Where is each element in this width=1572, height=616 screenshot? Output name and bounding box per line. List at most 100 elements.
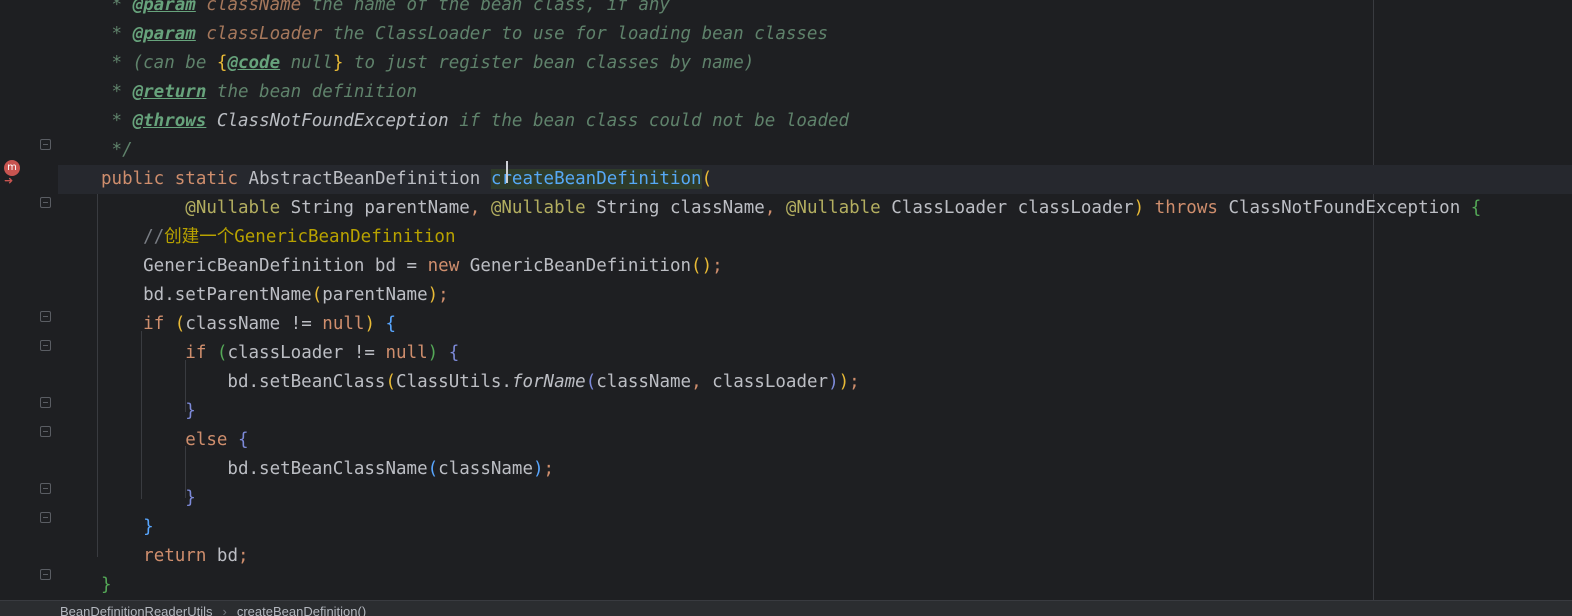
code-token: * xyxy=(101,24,133,44)
code-token: className xyxy=(206,0,302,15)
code-line[interactable]: } xyxy=(58,513,1572,542)
code-token: if xyxy=(143,314,175,334)
fold-marker-icon[interactable] xyxy=(40,397,51,408)
code-token: ) xyxy=(364,314,386,334)
code-token: 创建一个GenericBeanDefinition xyxy=(164,227,456,247)
editor-gutter[interactable]: m ➜ xyxy=(0,0,58,600)
code-token: ClassLoader classLoader xyxy=(880,198,1134,218)
code-token: @Nullable xyxy=(185,198,281,218)
code-token: ( xyxy=(701,169,713,189)
code-token: ; xyxy=(543,459,555,479)
code-line[interactable]: return bd; xyxy=(58,542,1572,571)
code-token: String parentName xyxy=(280,198,470,218)
code-token: , xyxy=(764,198,786,218)
code-token: ( xyxy=(385,372,397,392)
fold-marker-icon[interactable] xyxy=(40,197,51,208)
code-token: @Nullable xyxy=(490,198,586,218)
code-token: forName xyxy=(511,372,586,392)
code-token: ; xyxy=(849,372,860,392)
code-token: if xyxy=(185,343,217,363)
code-token: ) xyxy=(1133,198,1145,218)
fold-marker-icon[interactable] xyxy=(40,340,51,351)
code-token: throws xyxy=(1144,198,1229,218)
code-line[interactable]: public static AbstractBeanDefinition cre… xyxy=(58,165,1572,194)
code-line[interactable]: * @param className the name of the bean … xyxy=(58,0,1572,20)
code-token: { xyxy=(448,343,460,363)
fold-marker-icon[interactable] xyxy=(40,512,51,523)
code-line[interactable]: else { xyxy=(58,426,1572,455)
fold-marker-icon[interactable] xyxy=(40,483,51,494)
code-token: @Nullable xyxy=(785,198,881,218)
code-token: parentName xyxy=(322,285,428,305)
code-line[interactable]: bd.setBeanClass(ClassUtils.forName(class… xyxy=(58,368,1572,397)
code-token: @param xyxy=(132,0,196,15)
breadcrumb-separator: › xyxy=(222,604,227,616)
code-area[interactable]: * @param className the name of the bean … xyxy=(58,0,1572,600)
code-token: bd.setBeanClass xyxy=(101,372,386,392)
code-token: ) xyxy=(427,343,449,363)
code-token: ; xyxy=(438,285,449,305)
code-line[interactable]: * @param classLoader the ClassLoader to … xyxy=(58,20,1572,49)
code-line[interactable]: * (can be {@code null} to just register … xyxy=(58,49,1572,78)
breadcrumb-class[interactable]: BeanDefinitionReaderUtils xyxy=(60,604,212,616)
code-line[interactable]: * @throws ClassNotFoundException if the … xyxy=(58,107,1572,136)
code-token: static xyxy=(174,169,249,189)
code-token: bd xyxy=(216,546,238,566)
code-token: @code xyxy=(227,53,281,73)
code-line[interactable]: } xyxy=(58,571,1572,600)
code-token: ) xyxy=(838,372,850,392)
code-token: null xyxy=(385,343,428,363)
code-token: return xyxy=(143,546,217,566)
code-token: classLoader xyxy=(712,372,829,392)
code-line[interactable]: @Nullable String parentName, @Nullable S… xyxy=(58,194,1572,223)
code-line[interactable]: if (className != null) { xyxy=(58,310,1572,339)
fold-marker-icon[interactable] xyxy=(40,426,51,437)
code-token: * xyxy=(101,82,133,102)
fold-marker-icon[interactable] xyxy=(40,311,51,322)
code-line[interactable]: if (classLoader != null) { xyxy=(58,339,1572,368)
code-token: the bean definition xyxy=(206,82,418,102)
code-line[interactable]: GenericBeanDefinition bd = new GenericBe… xyxy=(58,252,1572,281)
override-arrow-icon[interactable]: ➜ xyxy=(4,175,13,186)
fold-marker-icon[interactable] xyxy=(40,139,51,150)
code-token: ) xyxy=(427,285,439,305)
code-line[interactable]: //创建一个GenericBeanDefinition xyxy=(58,223,1572,252)
code-token: to just register bean classes by name) xyxy=(343,53,755,73)
code-token: ; xyxy=(238,546,249,566)
code-token: @return xyxy=(132,82,207,102)
breadcrumb-method[interactable]: createBeanDefinition() xyxy=(237,604,366,616)
code-token: GenericBeanDefinition xyxy=(469,256,692,276)
code-line[interactable]: bd.setParentName(parentName); xyxy=(58,281,1572,310)
code-token: className xyxy=(596,372,692,392)
code-editor[interactable]: m ➜ * @param className the name of the b… xyxy=(0,0,1572,616)
fold-marker-icon[interactable] xyxy=(40,569,51,580)
code-token: } xyxy=(185,401,196,421)
code-token: , xyxy=(691,372,713,392)
breadcrumb: BeanDefinitionReaderUtils › createBeanDefi… xyxy=(0,600,1572,616)
code-token: * xyxy=(101,0,133,15)
code-token: null xyxy=(280,53,333,73)
code-token: ( xyxy=(174,314,186,334)
code-line[interactable]: * @return the bean definition xyxy=(58,78,1572,107)
code-token: @param xyxy=(132,24,196,44)
code-token: ( xyxy=(585,372,597,392)
code-token: else xyxy=(185,430,238,450)
text-caret xyxy=(506,161,508,183)
code-line[interactable]: bd.setBeanClassName(className); xyxy=(58,455,1572,484)
code-token: AbstractBeanDefinition xyxy=(248,169,491,189)
code-line[interactable]: */ xyxy=(58,136,1572,165)
code-token: () xyxy=(691,256,713,276)
code-token: } xyxy=(143,517,154,537)
code-token: ClassNotFoundException xyxy=(216,111,449,131)
code-line[interactable]: } xyxy=(58,484,1572,513)
code-line[interactable]: } xyxy=(58,397,1572,426)
code-token: @throws xyxy=(132,111,207,131)
